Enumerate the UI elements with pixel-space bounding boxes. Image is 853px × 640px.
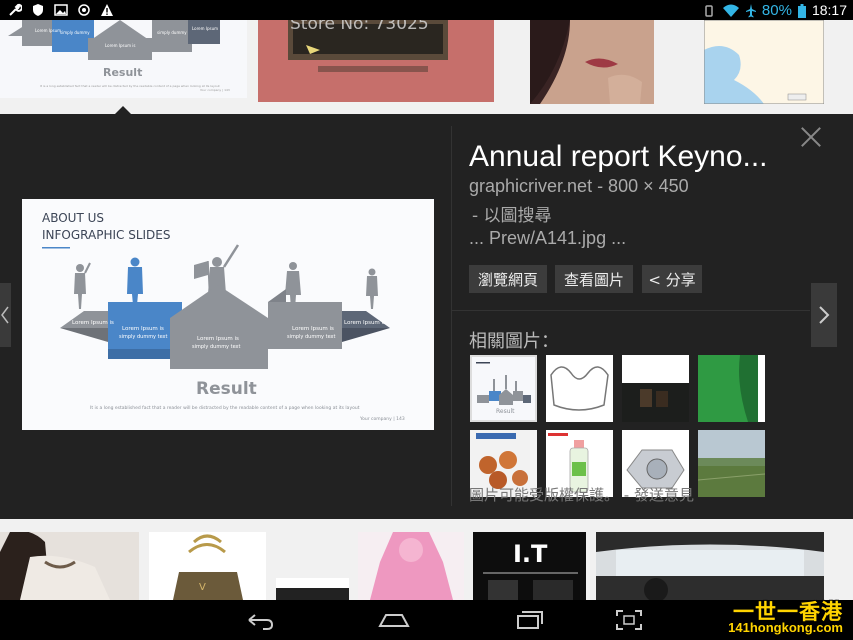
related-thumb-green-shirt[interactable] <box>698 355 765 422</box>
panel-pointer <box>115 106 131 114</box>
preview-heading-1: ABOUT US <box>42 211 104 225</box>
preview-block-2-body: simply dummy text <box>119 334 168 340</box>
panel-divider <box>451 126 452 506</box>
recent-apps-icon[interactable] <box>509 606 549 634</box>
result-thumb-handbag[interactable]: V <box>149 532 266 600</box>
preview-result-label: Result <box>196 379 257 399</box>
clock: 18:17 <box>811 2 847 18</box>
svg-text:Lorem Ipsum: Lorem Ipsum <box>35 28 61 33</box>
related-thumb-result: Result <box>496 408 515 415</box>
related-images-label: 相關圖片： <box>469 331 559 352</box>
result-thumb-chip[interactable]: Store No: 73025 <box>258 20 494 102</box>
watermark-site: 141hongkong.com <box>728 620 843 635</box>
related-thumb-wire[interactable] <box>546 355 613 422</box>
related-thumb-infographic[interactable]: Result <box>470 355 537 422</box>
result-thumb-woman-sweater[interactable] <box>0 532 139 600</box>
result-thumb-pink-hoodie[interactable] <box>358 532 464 600</box>
image-icon <box>54 2 68 16</box>
preview-footer: Your company | 143 <box>359 416 405 422</box>
svg-text:Lorem Ipsum: Lorem Ipsum <box>192 26 218 31</box>
result-thumb-it-poster[interactable]: I.T <box>473 532 586 600</box>
status-bar: 80% 18:17 <box>0 0 853 20</box>
preview-image[interactable]: ABOUT US INFOGRAPHIC SLIDES Lorem Ipsum … <box>22 199 434 430</box>
chevron-right-icon <box>819 306 830 324</box>
related-thumb-cups[interactable] <box>622 355 689 422</box>
battery-icon <box>797 3 806 18</box>
share-button[interactable]: < 分享 <box>642 265 702 293</box>
svg-text:simply dummy: simply dummy <box>60 30 90 35</box>
image-url[interactable]: ... Prew/A141.jpg ... <box>469 228 626 249</box>
sync-icon <box>77 2 91 16</box>
result-thumb-map[interactable] <box>704 20 824 104</box>
watermark: 一世一香港 141hongkong.com <box>697 596 847 638</box>
svg-text:I.T: I.T <box>513 540 548 568</box>
shield-icon <box>31 2 45 16</box>
top-thumb-result: Result <box>103 66 142 79</box>
preview-block-5-title: Lorem Ipsum is <box>344 320 386 326</box>
copyright-notice[interactable]: 圖片可能受版權保護。 - 發送意見 <box>469 484 694 505</box>
vibrate-icon <box>702 3 716 17</box>
chevron-left-icon <box>1 306 9 324</box>
result-thumb-face[interactable] <box>530 20 654 104</box>
svg-text:Lorem Ipsum is: Lorem Ipsum is <box>105 43 136 48</box>
chip-store-text: Store No: 73025 <box>290 20 429 34</box>
search-by-image-link[interactable]: - 以圖搜尋 <box>472 201 552 226</box>
svg-text:V: V <box>199 582 206 593</box>
result-thumb-infographic[interactable]: Lorem Ipsum simply dummy Lorem Ipsum is … <box>0 20 247 98</box>
wrench-icon <box>8 2 23 16</box>
battery-percent: 80% <box>761 1 792 19</box>
preview-block-3-title: Lorem Ipsum is <box>197 336 239 342</box>
preview-heading-2: INFOGRAPHIC SLIDES <box>42 228 171 242</box>
close-icon[interactable] <box>800 126 822 148</box>
preview-block-3-body: simply dummy text <box>192 344 241 350</box>
preview-caption: It is a long established fact that a rea… <box>90 405 360 411</box>
home-icon[interactable] <box>374 606 414 634</box>
top-thumb-footer: Your company | 143 <box>200 88 230 92</box>
top-thumb-caption: It is a long established fact that a rea… <box>40 84 220 88</box>
next-image-button[interactable] <box>811 283 837 347</box>
visit-page-button[interactable]: 瀏覽網頁 <box>469 265 547 293</box>
preview-block-4-title: Lorem Ipsum is <box>292 326 334 332</box>
preview-block-1-title: Lorem Ipsum is <box>72 320 114 326</box>
result-thumb-strip[interactable] <box>276 578 349 600</box>
prev-image-button[interactable] <box>0 283 11 347</box>
related-thumb-field[interactable] <box>698 430 765 497</box>
screenshot-icon[interactable] <box>609 606 649 634</box>
image-detail-panel: ABOUT US INFOGRAPHIC SLIDES Lorem Ipsum … <box>0 114 853 519</box>
section-divider <box>452 310 810 311</box>
svg-text:simply dummy: simply dummy <box>157 30 187 35</box>
image-source[interactable]: graphicriver.net - 800 × 450 <box>469 176 689 197</box>
wifi-icon <box>722 3 740 17</box>
view-image-button[interactable]: 查看圖片 <box>555 265 633 293</box>
result-thumb-car-interior[interactable] <box>596 532 824 600</box>
warning-icon <box>100 2 114 16</box>
image-title[interactable]: Annual report Keyno... <box>469 140 799 174</box>
airplane-icon <box>745 3 756 18</box>
preview-block-4-body: simply dummy text <box>287 334 336 340</box>
preview-block-2-title: Lorem Ipsum is <box>122 326 164 332</box>
back-icon[interactable] <box>239 606 279 634</box>
